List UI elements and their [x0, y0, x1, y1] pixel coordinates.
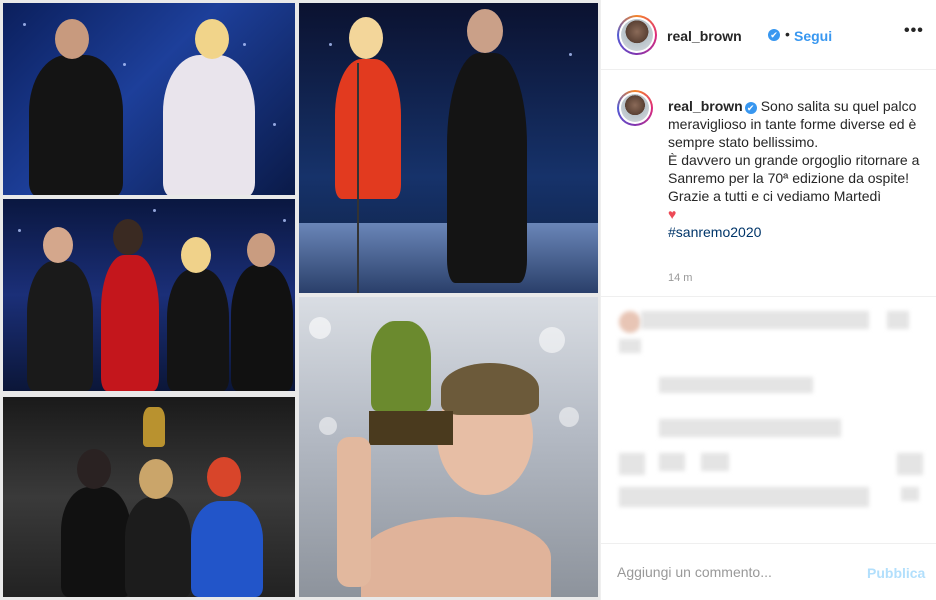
photo-tile-stage-duo: [3, 3, 295, 195]
caption-line-2: È davvero un grande orgoglio ritornare a…: [668, 152, 920, 186]
follow-button[interactable]: Segui: [794, 28, 832, 44]
comment-bar: Pubblica: [601, 543, 936, 600]
caption-username-link[interactable]: real_brown: [668, 98, 743, 114]
username-link[interactable]: real_brown: [667, 28, 742, 44]
hashtag-link[interactable]: #sanremo2020: [668, 224, 761, 240]
post-side-panel: real_brown ✔ • Segui ••• real_brown ✔ Sono…: [600, 0, 936, 600]
more-options-icon[interactable]: •••: [904, 22, 924, 40]
post-timestamp[interactable]: 14 m: [668, 272, 692, 284]
photo-collage[interactable]: [0, 0, 600, 600]
photo-tile-trophy-group: [3, 397, 295, 597]
avatar[interactable]: [617, 15, 657, 55]
verified-badge-icon: ✔: [744, 102, 757, 114]
verified-badge-icon: ✔: [768, 29, 780, 41]
blurred-comments: [601, 296, 936, 542]
caption-text: real_brown ✔ Sono salita su quel palco mer…: [668, 97, 930, 241]
post-caption: real_brown ✔ Sono salita su quel palco mer…: [601, 70, 936, 296]
post-header: real_brown ✔ • Segui •••: [601, 0, 936, 70]
photo-tile-stage-group: [3, 199, 295, 391]
caption-line-3: Grazie a tutti e ci vediamo Martedì: [668, 188, 882, 204]
comment-input[interactable]: [617, 562, 857, 582]
photo-tile-duet: [299, 3, 598, 293]
publish-button[interactable]: Pubblica: [867, 565, 925, 581]
caption-avatar[interactable]: [617, 90, 653, 126]
photo-tile-trophy-winner: [299, 297, 598, 597]
separator-dot: •: [785, 26, 790, 42]
heart-icon: ♥: [668, 206, 677, 222]
